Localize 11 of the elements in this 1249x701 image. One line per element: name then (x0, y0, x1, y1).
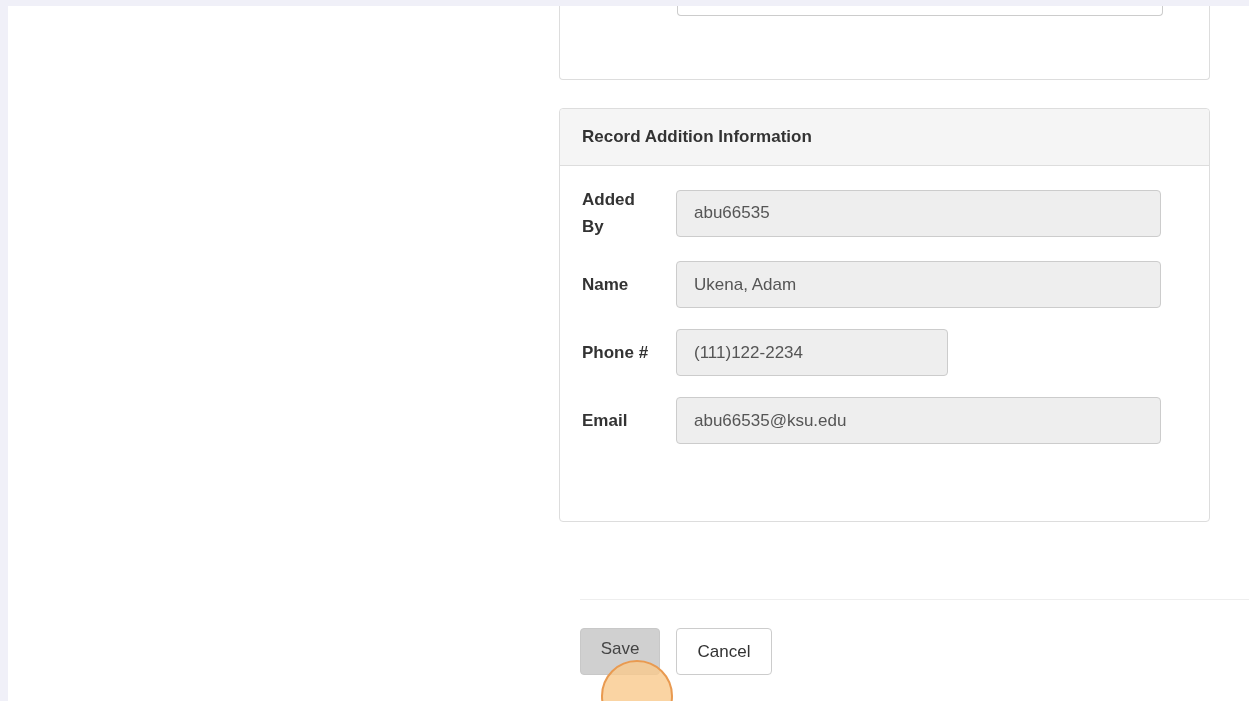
field-label: Phone # (582, 342, 650, 364)
card-title: Record Addition Information (582, 126, 812, 149)
field-label: Email (582, 410, 629, 432)
cancel-button[interactable]: Cancel (676, 628, 772, 675)
input-field[interactable] (677, 6, 1163, 16)
field-label: Name (582, 274, 630, 296)
input-field[interactable]: (111)122-2234 (676, 329, 948, 376)
input-field[interactable]: Ukena, Adam (676, 261, 1161, 308)
input-field[interactable]: abu66535@ksu.edu (676, 397, 1161, 444)
field-label: Added By (582, 189, 636, 238)
input-field[interactable]: abu66535 (676, 189, 1161, 237)
